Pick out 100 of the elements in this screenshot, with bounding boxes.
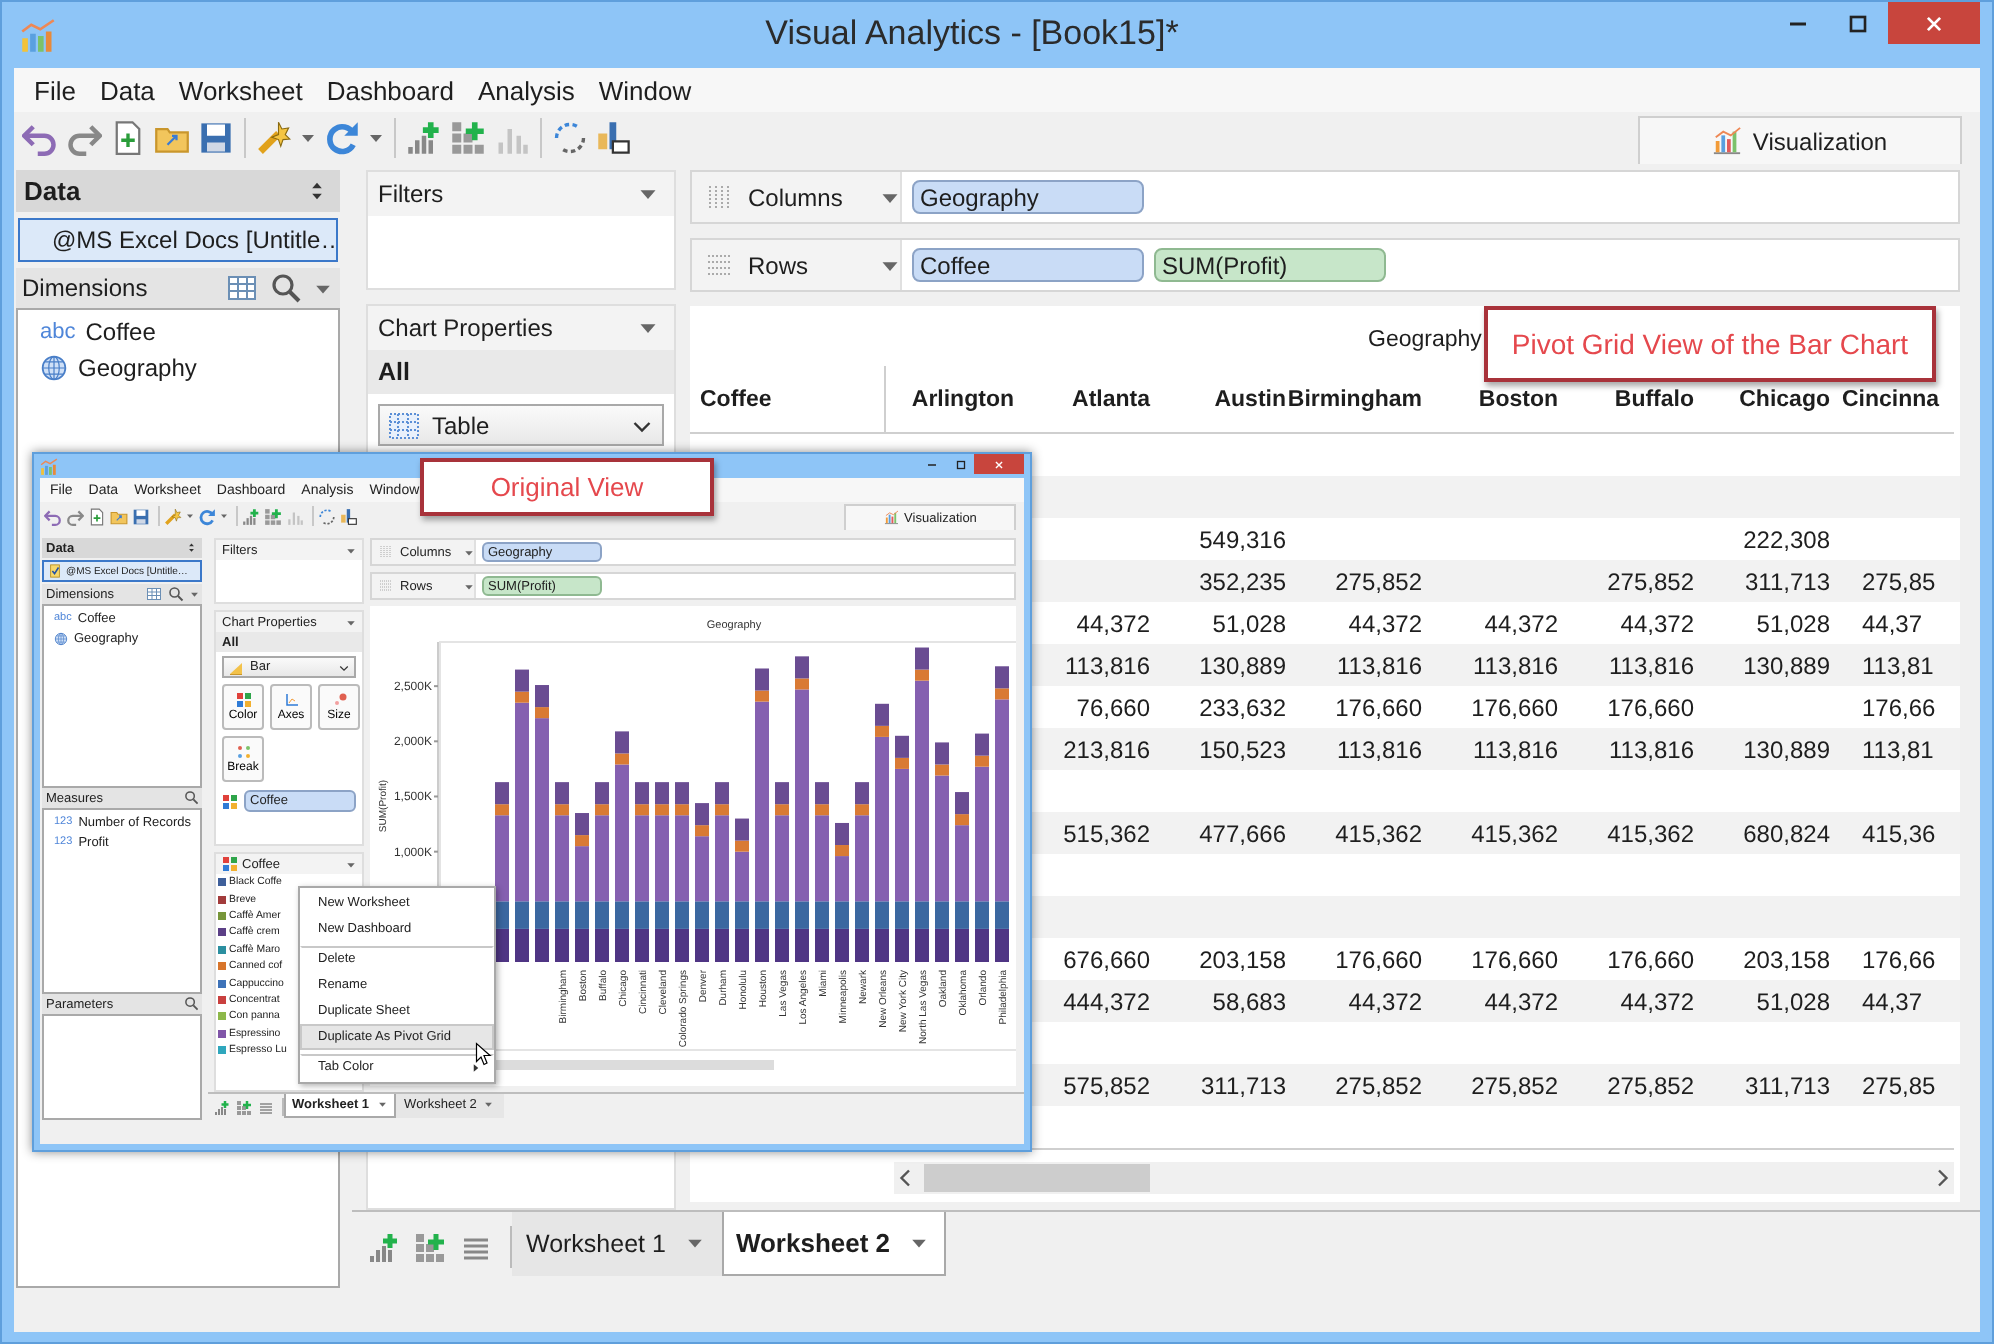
close-icon: [992, 457, 1006, 471]
chart-type-dropdown[interactable]: Table: [378, 404, 664, 446]
table-cell-text: 113,816: [1607, 733, 1696, 767]
table-cell-text: 113,81: [1860, 733, 1936, 767]
new-file-icon[interactable]: [88, 507, 106, 525]
redo-icon[interactable]: [66, 507, 84, 525]
sheet-tab[interactable]: Worksheet 2: [721, 1212, 947, 1276]
caret-icon[interactable]: [346, 617, 356, 627]
folder-icon[interactable]: [110, 507, 128, 525]
menu-item[interactable]: Worksheet: [166, 75, 315, 105]
color-squares-icon: [235, 692, 251, 708]
table-icon[interactable]: [145, 586, 161, 602]
menu-item[interactable]: Dashboard: [314, 75, 466, 105]
visualization-tab[interactable]: Visualization: [1638, 116, 1962, 164]
annotation-callout: Original View: [420, 458, 714, 516]
caret-icon[interactable]: [638, 184, 658, 204]
bar[interactable]: [515, 669, 529, 692]
table-cell-text: 44,372: [1074, 607, 1152, 641]
bar[interactable]: [755, 668, 769, 691]
caret-icon: [377, 1100, 387, 1110]
bar[interactable]: [835, 822, 849, 846]
data-source-item[interactable]: @MS Excel Docs [Untitle…: [18, 218, 338, 262]
menu-item[interactable]: Data: [87, 75, 167, 105]
bar[interactable]: [975, 733, 989, 756]
dots-icon: [235, 744, 251, 760]
bar-chart-icon[interactable]: [286, 507, 304, 525]
sort-icon[interactable]: [185, 542, 196, 554]
list-icon[interactable]: [258, 1099, 274, 1115]
caret-icon[interactable]: [638, 318, 658, 338]
add-chart-icon[interactable]: [368, 1231, 400, 1263]
bar[interactable]: [735, 818, 749, 841]
caret-icon[interactable]: [189, 589, 198, 599]
search-icon[interactable]: [167, 586, 183, 602]
caret-icon[interactable]: [300, 130, 316, 146]
bar[interactable]: [915, 647, 929, 670]
add-chart-icon[interactable]: [242, 507, 260, 525]
app-logo-icon: [40, 458, 58, 476]
table-cell-text: 444,372: [1061, 985, 1152, 1019]
field-pill[interactable]: SUM(Profit): [1154, 248, 1386, 282]
search-icon[interactable]: [270, 272, 302, 304]
scrollbar[interactable]: [894, 1162, 1954, 1194]
dashed-circle-icon[interactable]: [552, 120, 588, 156]
add-grid-icon[interactable]: [414, 1231, 446, 1263]
table-cell-text: 113,816: [1607, 649, 1696, 683]
caret-icon[interactable]: [346, 545, 356, 555]
chart-box-icon[interactable]: [340, 507, 358, 525]
table-cell-text: 44,37: [1860, 607, 1925, 641]
table-cell-text: 311,713: [1199, 1069, 1288, 1103]
add-chart-icon[interactable]: [214, 1099, 230, 1115]
field-pill[interactable]: Coffee: [912, 248, 1144, 282]
table-cell-text: 275,852: [1605, 565, 1696, 599]
caret-icon[interactable]: [368, 130, 384, 146]
caret-icon[interactable]: [186, 512, 194, 520]
panel-title: Filters: [378, 180, 446, 208]
table-cell-text: 130,889: [1197, 649, 1288, 683]
caret-icon[interactable]: [346, 859, 356, 869]
add-chart-icon[interactable]: [406, 120, 442, 156]
refresh-icon[interactable]: [198, 507, 216, 525]
caret-icon[interactable]: [464, 581, 474, 591]
undo-icon[interactable]: [22, 120, 58, 156]
menu-item[interactable]: Window: [586, 75, 704, 105]
app-logo-icon: [20, 18, 56, 54]
wand-icon[interactable]: [164, 507, 182, 525]
table-cell-text: 680,824: [1741, 817, 1832, 851]
table-cell-text: 477,666: [1197, 817, 1288, 851]
color-squares-icon: [222, 793, 238, 809]
search-icon[interactable]: [183, 996, 198, 1012]
redo-icon[interactable]: [66, 120, 102, 156]
search-icon[interactable]: [183, 790, 198, 806]
field-pill[interactable]: Geography: [912, 180, 1144, 214]
wand-icon[interactable]: [256, 120, 292, 156]
chevron-down-icon: [338, 661, 350, 673]
table-icon[interactable]: [226, 272, 258, 304]
bar[interactable]: [895, 735, 909, 758]
table-cell-text: 549,316: [1197, 523, 1288, 557]
new-file-icon[interactable]: [110, 120, 146, 156]
table-cell-text: 415,362: [1469, 817, 1560, 851]
menu-item[interactable]: File: [22, 75, 88, 105]
table-cell-text: 51,028: [1754, 607, 1832, 641]
sheet-tab[interactable]: Worksheet 1: [512, 1212, 722, 1276]
axes-icon: [283, 692, 299, 708]
save-icon[interactable]: [198, 120, 234, 156]
add-grid-icon[interactable]: [450, 120, 486, 156]
field-item[interactable]: Geography: [18, 350, 338, 386]
bar[interactable]: [875, 703, 889, 726]
caret-icon[interactable]: [220, 512, 228, 520]
table-cell-text: 44,37: [1860, 985, 1925, 1019]
table-cell-text: 44,372: [1482, 607, 1560, 641]
table-cell-text: 44,372: [1346, 985, 1424, 1019]
undo-icon[interactable]: [44, 507, 62, 525]
save-icon[interactable]: [132, 507, 150, 525]
caret-icon[interactable]: [464, 547, 474, 557]
add-grid-icon[interactable]: [264, 507, 282, 525]
add-grid-icon[interactable]: [236, 1099, 252, 1115]
field-item[interactable]: abc Coffee: [18, 314, 338, 350]
refresh-icon[interactable]: [324, 120, 360, 156]
chart-box-icon[interactable]: [596, 120, 632, 156]
table-cell-text: 130,889: [1741, 733, 1832, 767]
table-cell-text: 113,81: [1860, 649, 1936, 683]
menu-item[interactable]: Analysis: [465, 75, 587, 105]
